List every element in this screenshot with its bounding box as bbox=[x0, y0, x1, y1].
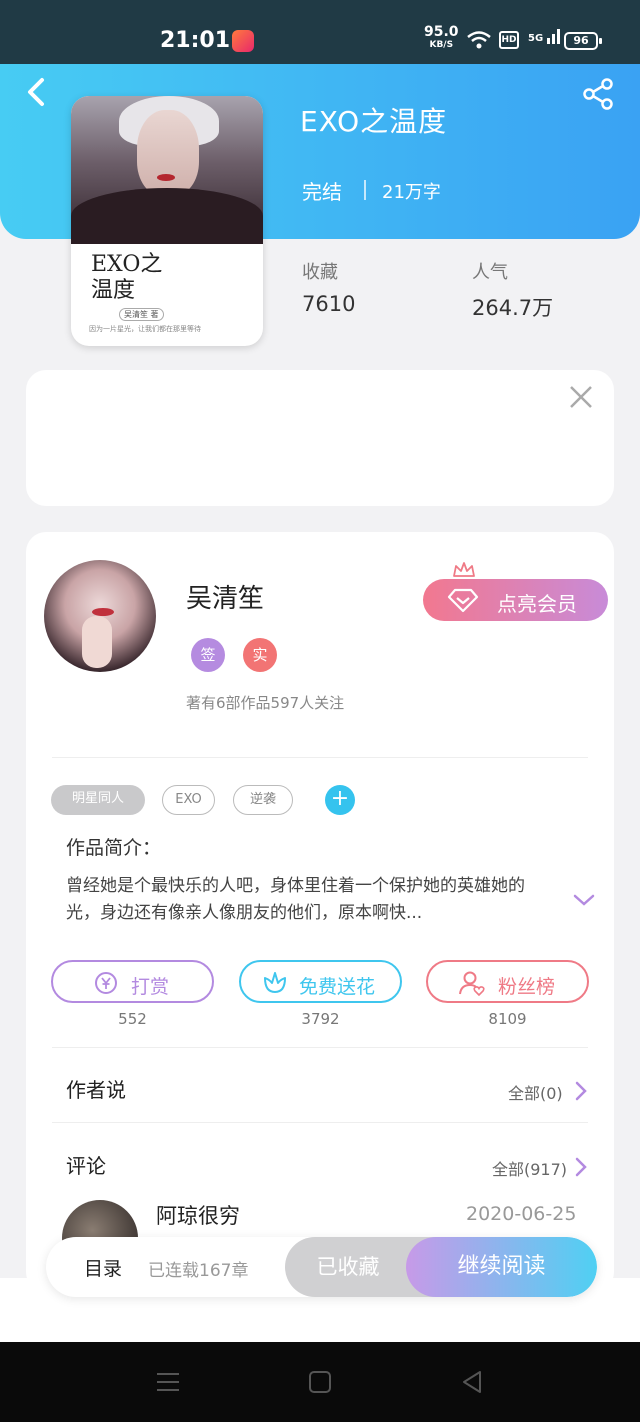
battery-icon: 96 bbox=[564, 32, 602, 50]
network-speed-value: 95.0 bbox=[424, 24, 459, 40]
network-speed: 95.0 KB/S bbox=[424, 24, 459, 52]
status-time: 21:01 bbox=[160, 28, 231, 53]
divider bbox=[52, 757, 588, 758]
flower-icon bbox=[264, 972, 286, 993]
cover-photo bbox=[71, 96, 263, 244]
share-icon[interactable] bbox=[580, 76, 616, 112]
flower-count: 3792 bbox=[301, 1010, 340, 1028]
status-bar: 21:01 95.0 KB/S HD 5G 96 bbox=[0, 0, 640, 64]
intro-label: 作品简介： bbox=[66, 837, 162, 859]
send-flower-button[interactable]: 免费送花 bbox=[239, 960, 402, 1003]
crown-icon bbox=[453, 562, 475, 577]
fans-rank-button[interactable]: 粉丝榜 bbox=[426, 960, 589, 1003]
network-type: 5G bbox=[528, 33, 544, 44]
bottom-action-bar: 目录 已连载167章 已收藏 继续阅读 bbox=[46, 1237, 597, 1297]
author-meta: 著有6部作品597人关注 bbox=[186, 694, 345, 712]
fans-count: 8109 bbox=[488, 1010, 527, 1028]
collected-button-label: 已收藏 bbox=[316, 1255, 380, 1279]
book-cover[interactable]: EXO之 温度 吴清笙 著 因为一片星光，让我们都在那里等待 bbox=[71, 96, 263, 346]
cover-tagline: 因为一片星光，让我们都在那里等待 bbox=[89, 325, 201, 333]
stat-value-popularity: 264.7万 bbox=[472, 296, 554, 320]
divider bbox=[52, 1122, 588, 1123]
chevron-right-icon[interactable] bbox=[574, 1080, 588, 1102]
back-triangle-icon[interactable] bbox=[460, 1370, 484, 1394]
tag-item[interactable]: 逆袭 bbox=[233, 785, 293, 815]
comment-date: 2020-06-25 bbox=[466, 1203, 577, 1225]
book-title: EXO之温度 bbox=[300, 105, 448, 138]
system-nav-bar bbox=[0, 1342, 640, 1422]
cover-title: EXO之 温度 bbox=[91, 252, 163, 303]
network-speed-unit: KB/S bbox=[429, 40, 454, 50]
tag-item[interactable]: EXO bbox=[162, 785, 215, 815]
fans-rank-label: 粉丝榜 bbox=[498, 976, 556, 998]
verified-badge: 实 bbox=[243, 638, 277, 672]
fans-rank-icon bbox=[459, 971, 485, 996]
signed-badge: 签 bbox=[191, 638, 225, 672]
stat-value-favorites: 7610 bbox=[302, 292, 356, 316]
home-icon[interactable] bbox=[308, 1370, 332, 1394]
back-icon[interactable] bbox=[20, 74, 56, 110]
book-status: 完结 bbox=[302, 180, 342, 204]
divider bbox=[52, 1047, 588, 1048]
toc-chapter-info[interactable]: 已连载167章 bbox=[148, 1256, 248, 1281]
menu-icon[interactable] bbox=[155, 1370, 181, 1394]
intro-text[interactable]: 曾经她是个最快乐的人吧，身体里住着一个保护她的英雄她的光，身边还有像亲人像朋友的… bbox=[66, 873, 556, 927]
comment-username[interactable]: 阿琼很穷 bbox=[156, 1200, 240, 1230]
divider bbox=[364, 180, 366, 200]
tip-button[interactable]: 打赏 bbox=[51, 960, 214, 1003]
author-says-all-link[interactable]: 全部(0) bbox=[508, 1080, 563, 1104]
diamond-icon bbox=[447, 588, 479, 613]
stat-label-popularity: 人气 bbox=[472, 262, 508, 283]
signal-5g-icon: 5G bbox=[528, 28, 561, 44]
chevron-down-icon[interactable] bbox=[572, 892, 596, 908]
author-avatar[interactable] bbox=[44, 560, 156, 672]
app-notification-icon bbox=[232, 30, 254, 52]
comments-all-link[interactable]: 全部(917) bbox=[492, 1156, 567, 1180]
continue-reading-button[interactable]: 继续阅读 bbox=[406, 1237, 597, 1297]
cover-author: 吴清笙 著 bbox=[119, 308, 164, 321]
toc-button[interactable]: 目录 bbox=[84, 1254, 122, 1281]
yen-coin-icon bbox=[95, 972, 117, 994]
vip-button-label: 点亮会员 bbox=[497, 592, 577, 616]
add-tag-button[interactable]: + bbox=[325, 785, 355, 815]
ad-banner[interactable] bbox=[26, 370, 614, 506]
comments-title: 评论 bbox=[66, 1154, 106, 1178]
book-word-count: 21万字 bbox=[382, 182, 441, 203]
wifi-icon bbox=[467, 31, 491, 49]
send-flower-label: 免费送花 bbox=[299, 976, 376, 998]
author-name[interactable]: 吴清笙 bbox=[186, 578, 264, 615]
chevron-right-icon[interactable] bbox=[574, 1156, 588, 1178]
stat-label-favorites: 收藏 bbox=[302, 262, 338, 283]
close-icon[interactable] bbox=[567, 383, 595, 411]
tip-button-label: 打赏 bbox=[131, 976, 170, 998]
hd-icon: HD bbox=[499, 31, 519, 49]
tag-item[interactable]: 明星同人 bbox=[51, 785, 145, 815]
vip-button[interactable]: 点亮会员 bbox=[423, 579, 608, 621]
author-says-title: 作者说 bbox=[66, 1078, 126, 1102]
tip-count: 552 bbox=[118, 1010, 147, 1028]
